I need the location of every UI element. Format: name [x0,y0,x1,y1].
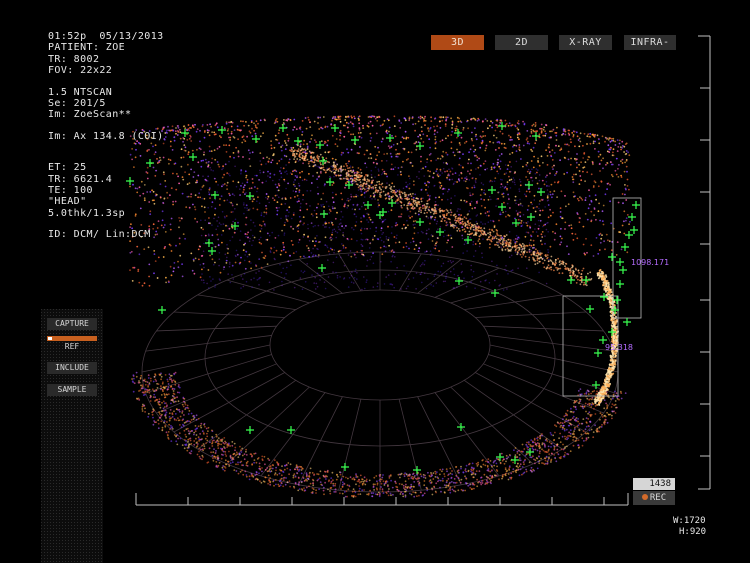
marker-cross-icon[interactable] [498,203,506,211]
marker-cross-icon[interactable] [623,318,631,326]
measure-label-upper: 1098.171 [631,258,670,267]
dimensions-readout: W:1720 H:920 [673,516,706,538]
marker-cross-icon[interactable] [537,188,545,196]
ref-label: REF [64,342,80,351]
marker-cross-icon[interactable] [416,142,424,150]
right-scale [698,35,711,490]
tr-text: TR: 6621.4 [48,173,113,185]
record-label: REC [649,493,667,503]
marker-cross-icon[interactable] [386,134,394,142]
marker-cross-icon[interactable] [619,266,627,274]
marker-cross-icon[interactable] [582,276,590,284]
tr-header-text: TR: 8002 [48,53,100,65]
marker-cross-icon[interactable] [416,218,424,226]
side-panel: CAPTURE REF INCLUDE SAMPLE [41,309,103,563]
marker-cross-icon[interactable] [413,466,421,474]
include-button[interactable]: INCLUDE [47,362,97,374]
series-text: Se: 201/5 [48,97,106,109]
marker-cross-icon[interactable] [158,306,166,314]
width-text: W:1720 [673,516,706,526]
marker-cross-icon[interactable] [496,453,504,461]
mode-infrared-button[interactable]: INFRA- [624,35,676,50]
marker-cross-icon[interactable] [527,213,535,221]
thickness-text: 5.0thk/1.3sp [48,207,126,219]
mode-2d-button[interactable]: 2D [495,35,548,50]
fov-text: FOV: 22x22 [48,65,113,77]
marker-cross-icon[interactable] [351,136,359,144]
sample-button[interactable]: SAMPLE [47,384,97,396]
record-dot-icon [641,494,648,500]
ref-slider-knob[interactable] [48,337,52,340]
image-name-text: Im: ZoeScan** [48,109,132,121]
marker-cross-icon[interactable] [632,201,640,209]
marker-cross-icon[interactable] [616,280,624,288]
record-button[interactable]: REC [633,491,675,505]
marker-cross-icon[interactable] [594,349,602,357]
marker-cross-icon[interactable] [320,210,328,218]
id-text: ID: DCM/ Lin:DCM [48,229,151,241]
marker-cross-icon[interactable] [567,276,575,284]
marker-cross-icon[interactable] [331,124,339,132]
marker-cross-icon[interactable] [208,247,216,255]
marker-cross-icon[interactable] [498,122,506,130]
image-axis-text: Im: Ax 134.8 (COI) [48,130,164,142]
marker-cross-icon[interactable] [341,463,349,471]
te-text: TE: 100 [48,184,93,196]
marker-cross-icon[interactable] [279,124,287,132]
marker-cross-icon[interactable] [628,213,636,221]
region-text: "HEAD" [48,196,87,208]
marker-cross-icon[interactable] [630,226,638,234]
marker-cross-icon[interactable] [364,201,372,209]
marker-cross-icon[interactable] [318,264,326,272]
datetime-text: 01:52p 05/13/2013 [48,31,164,42]
marker-cross-icon[interactable] [218,126,226,134]
bottom-scale [135,493,629,506]
mode-3d-button[interactable]: 3D [431,35,484,50]
marker-cross-icon[interactable] [616,258,624,266]
marker-cross-icon[interactable] [488,186,496,194]
ntscan-text: 1.5 NTSCAN [48,86,113,98]
marker-cross-icon[interactable] [532,132,540,140]
marker-cross-icon[interactable] [608,253,616,261]
marker-cross-icon[interactable] [246,192,254,200]
measure-label-lower: 95.318 [605,343,633,352]
height-text: H:920 [679,527,707,537]
marker-cross-icon[interactable] [525,181,533,189]
patient-info-panel: 01:52p 05/13/2013 PATIENT: ZOE TR: 8002 … [48,31,164,240]
marker-cross-icon[interactable] [625,231,633,239]
mode-xray-button[interactable]: X-RAY [559,35,612,50]
marker-cross-icon[interactable] [455,277,463,285]
marker-cross-icon[interactable] [586,305,594,313]
marker-cross-icon[interactable] [246,426,254,434]
marker-cross-icon[interactable] [252,135,260,143]
capture-button[interactable]: CAPTURE [47,318,97,330]
patient-text: PATIENT: ZOE [48,42,126,54]
marker-cross-icon[interactable] [189,153,197,161]
et-text: ET: 25 [48,162,87,174]
frame-counter: 1438 [633,478,675,490]
mode-toolbar: 3D 2D X-RAY INFRA- [431,35,676,50]
